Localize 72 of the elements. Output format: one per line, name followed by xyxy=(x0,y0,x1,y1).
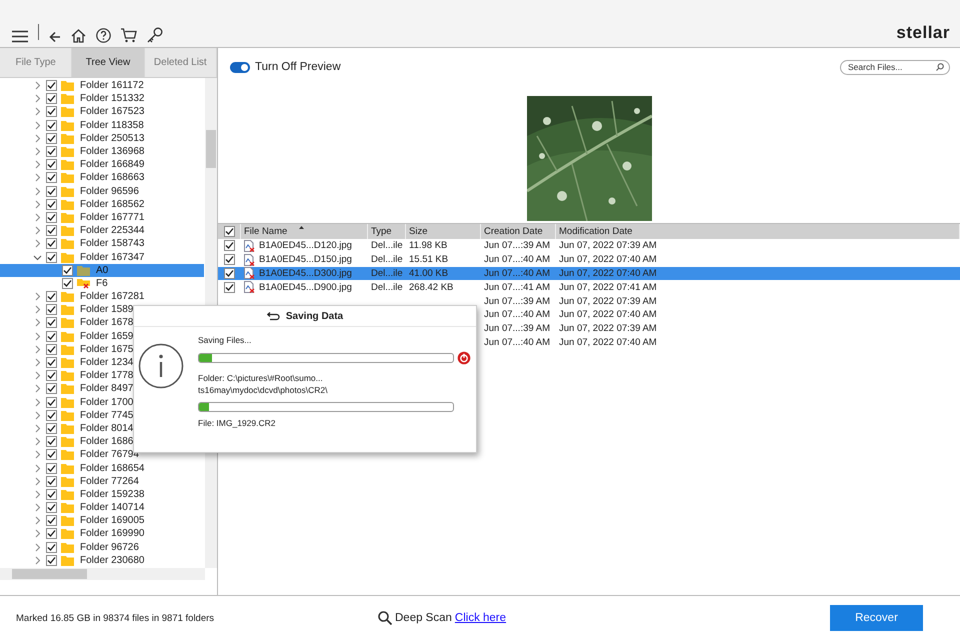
file-name: B1A0ED45...D120.jpg xyxy=(259,240,352,252)
tree-item-label: Folder 7745 xyxy=(79,410,134,421)
file-name: B1A0ED45...D150.jpg xyxy=(259,254,352,266)
tree-item-label: Folder 1234 xyxy=(79,357,134,368)
tree-item-label: F6 xyxy=(95,278,108,289)
file-type: Del...ile xyxy=(371,240,403,252)
modification-date: Jun 07, 2022 07:40 AM xyxy=(559,254,657,266)
tree-item-label: Folder 1678 xyxy=(79,317,134,328)
tree-item-label: Folder 1778 xyxy=(79,370,134,382)
tree-item-label: Folder 159238 xyxy=(79,488,144,500)
file-name: B1A0ED45...D300.jpg xyxy=(259,268,352,279)
creation-date: Jun 07...:40 AM xyxy=(484,254,550,266)
deep-scan-label: Deep Scan xyxy=(395,612,452,624)
tree-item-label: Folder 1659 xyxy=(79,330,134,342)
tree-item-label: Folder 1675 xyxy=(79,344,134,355)
tree-item-label: Folder 1700 xyxy=(79,396,134,408)
tree-item-label: Folder 136968 xyxy=(79,146,144,158)
tree-item-label: Folder 250513 xyxy=(79,132,144,144)
file-size: 268.42 KB xyxy=(409,282,454,293)
file-type: Del...ile xyxy=(371,254,403,266)
folder-path: Folder: C:\pictures\#Root\sumo... ts16may\mydoc\dcvd\photos\CR2\ xyxy=(198,372,328,396)
tree-item-label: Folder 96596 xyxy=(79,186,139,197)
creation-date: Jun 07...:39 AM xyxy=(484,323,550,334)
tree-item-label: Folder 168654 xyxy=(79,462,144,474)
tree-item-label: Folder 77264 xyxy=(79,476,139,487)
tree-item-label: Folder 167281 xyxy=(79,291,144,302)
tree-item-label: Folder 167771 xyxy=(79,212,144,223)
modification-date: Jun 07, 2022 07:41 AM xyxy=(559,282,657,293)
tree-item-label: Folder 96726 xyxy=(79,542,139,553)
tree-item-label: Folder 167347 xyxy=(79,252,144,263)
modification-date: Jun 07, 2022 07:40 AM xyxy=(559,309,657,320)
tree-item-label: Folder 118358 xyxy=(79,120,144,131)
file-size: 11.98 KB xyxy=(409,240,448,252)
tree-item-label: A0 xyxy=(95,264,108,276)
tree-item-label: Folder 167523 xyxy=(79,106,144,118)
modification-date: Jun 07, 2022 07:39 AM xyxy=(559,240,657,252)
tree-item-label: Folder 140714 xyxy=(79,502,144,514)
tree-item-label: Folder 169990 xyxy=(79,528,144,540)
file-name: B1A0ED45...D900.jpg xyxy=(259,282,352,293)
creation-date: Jun 07...:39 AM xyxy=(484,240,550,252)
status-text: Saving Files... xyxy=(198,335,252,345)
tree-item-label: Folder 1686 xyxy=(79,436,134,448)
tree-item-label: Folder 8497 xyxy=(79,383,134,394)
tree-item-label: Folder 151332 xyxy=(79,93,144,104)
modification-date: Jun 07, 2022 07:39 AM xyxy=(559,323,657,334)
creation-date: Jun 07...:40 AM xyxy=(484,309,550,320)
creation-date: Jun 07...:41 AM xyxy=(484,282,550,293)
tree-item-label: Folder 168562 xyxy=(79,198,144,210)
creation-date: Jun 07...:39 AM xyxy=(484,296,550,307)
tree-item-label: Folder 166849 xyxy=(79,159,144,170)
dialog-title: Saving Data xyxy=(286,310,344,322)
tree-item-label: Folder 161172 xyxy=(79,80,144,92)
tree-item-label: Folder 168663 xyxy=(79,172,144,184)
file-type: Del...ile xyxy=(371,268,403,279)
tree-item-label: Folder 158743 xyxy=(79,238,144,250)
tree-item-label: Folder 8014 xyxy=(79,422,134,434)
creation-date: Jun 07...:40 AM xyxy=(484,268,550,279)
tree-item-label: Folder 169005 xyxy=(79,515,144,526)
tree-item-label: Folder 1589 xyxy=(79,304,134,316)
logo: stellar xyxy=(896,23,950,43)
modification-date: Jun 07, 2022 07:40 AM xyxy=(559,336,657,348)
file-text: File: IMG_1929.CR2 xyxy=(198,418,276,428)
creation-date: Jun 07...:40 AM xyxy=(484,336,550,348)
tree-item-label: Folder 230680 xyxy=(79,554,144,566)
marked-summary: Marked 16.85 GB in 98374 files in 9871 folders xyxy=(16,612,216,624)
tree-item-label: Folder 225344 xyxy=(79,225,144,236)
toggle-label: Turn Off Preview xyxy=(255,61,341,73)
file-type: Del...ile xyxy=(371,282,403,293)
modification-date: Jun 07, 2022 07:40 AM xyxy=(559,268,657,279)
file-size: 41.00 KB xyxy=(409,268,448,279)
file-size: 15.51 KB xyxy=(409,254,448,266)
modification-date: Jun 07, 2022 07:39 AM xyxy=(559,296,657,307)
